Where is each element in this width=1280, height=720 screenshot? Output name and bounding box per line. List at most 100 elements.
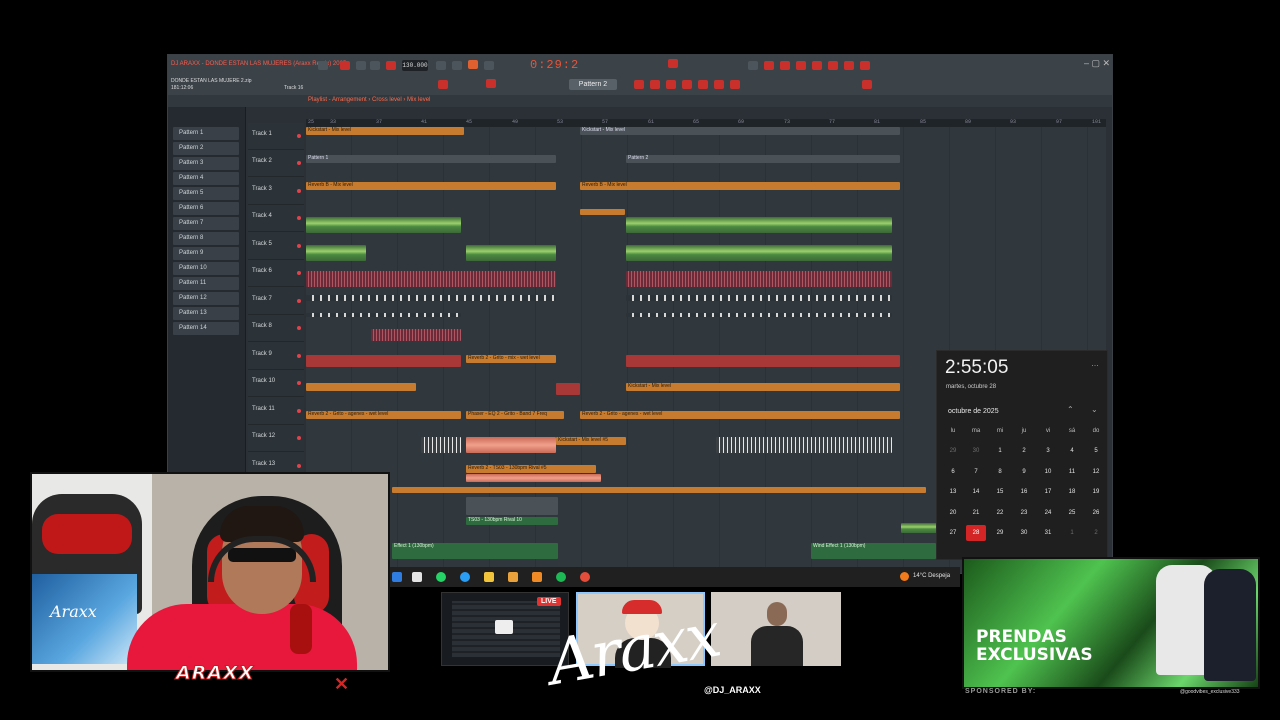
automation-clip[interactable]: Reverb 2 - TS03 - 130bpm Rival #5 [466,465,596,473]
track-header[interactable]: Track 4 [248,205,304,232]
calendar-day[interactable]: 6 [943,464,963,480]
calendar-day[interactable]: 14 [966,484,986,500]
toolbar-icon-c[interactable] [780,61,790,70]
audio-clip[interactable] [626,245,892,261]
calendar-day[interactable]: 7 [966,464,986,480]
calendar-day[interactable]: 5 [1086,443,1106,459]
track-mute-led[interactable] [297,381,301,385]
audio-clip[interactable] [466,437,556,453]
sponsor-ad[interactable]: PRENDAS EXCLUSIVAS [962,557,1260,689]
automation-clip[interactable] [580,209,625,215]
pattern-item[interactable]: Pattern 5 [173,187,239,200]
calendar-day[interactable]: 16 [1014,484,1034,500]
track-mute-led[interactable] [297,271,301,275]
pattern-item[interactable]: Pattern 9 [173,247,239,260]
pattern-item[interactable]: Pattern 10 [173,262,239,275]
audio-clip[interactable] [716,437,892,453]
calendar-day[interactable]: 17 [1038,484,1058,500]
audio-clip[interactable]: Effect 1 (130bpm) [392,543,558,559]
track-mute-led[interactable] [297,189,301,193]
loop-record-icon[interactable] [484,61,494,70]
window-controls[interactable]: – ▢ ✕ [1084,58,1110,69]
calendar-day[interactable]: 19 [1086,484,1106,500]
calendar-day[interactable]: 27 [943,525,963,541]
touch-keyboard-icon[interactable] [730,80,740,89]
folder-icon[interactable] [484,572,494,582]
pattern-item[interactable]: Pattern 1 [173,127,239,140]
audio-clip[interactable] [556,383,580,395]
pattern-clip[interactable] [626,313,892,317]
automation-clip[interactable]: Kickstart - Mix level #5 [556,437,626,445]
calendar-day[interactable]: 25 [1062,505,1082,521]
record-mode-icon[interactable] [318,61,328,70]
pattern-song-toggle[interactable] [340,61,350,70]
store-icon[interactable] [412,572,422,582]
audio-clip[interactable] [306,271,556,287]
pattern-selector[interactable]: Pattern 2 [569,79,617,90]
toolbar-icon-f[interactable] [828,61,838,70]
metronome-icon[interactable] [436,61,446,70]
audio-clip[interactable] [371,329,461,341]
guest-tile[interactable] [711,592,841,666]
screen-share-icon[interactable] [495,620,513,634]
online-news-icon[interactable] [862,80,872,89]
calendar-day[interactable]: 9 [1014,464,1034,480]
pattern-clip[interactable]: Pattern 2 [626,155,900,163]
track-mute-led[interactable] [297,161,301,165]
browser-icon[interactable] [698,80,708,89]
stop-icon[interactable] [370,61,380,70]
track-header[interactable]: Track 1 [248,123,304,150]
calendar-day[interactable]: 11 [1062,464,1082,480]
calendar-day[interactable]: 30 [1014,525,1034,541]
audio-clip[interactable] [306,245,366,261]
pattern-item[interactable]: Pattern 4 [173,172,239,185]
calendar-day[interactable]: 21 [966,505,986,521]
calendar-day[interactable]: 29 [943,443,963,459]
calendar-day[interactable]: 28 [966,525,986,541]
piano-roll-icon[interactable] [666,80,676,89]
calendar-day[interactable]: 8 [990,464,1010,480]
track-header[interactable]: Track 11 [248,398,304,425]
pattern-clip[interactable] [306,295,556,301]
pattern-item[interactable]: Pattern 2 [173,142,239,155]
chevron-down-icon[interactable]: ⌄ [1091,405,1098,414]
track-mute-led[interactable] [297,134,301,138]
automation-clip[interactable]: Reverb B - Mix level [580,182,900,190]
mixer-icon[interactable] [650,80,660,89]
track-mute-led[interactable] [297,354,301,358]
toolbar-icon-b[interactable] [764,61,774,70]
shield-icon[interactable] [508,572,518,582]
calendar-day[interactable]: 10 [1038,464,1058,480]
automation-clip[interactable]: Reverb 2 - Grito - agenes - wet level [306,411,461,419]
track-header[interactable]: Track 3 [248,178,304,205]
audio-clip[interactable] [626,217,892,233]
audio-clip[interactable]: Kickstart - Mix level [306,127,464,135]
wait-icon[interactable] [452,61,462,70]
calendar-month[interactable]: octubre de 2025 [948,408,999,415]
track-header[interactable]: Track 8 [248,315,304,342]
calendar-day[interactable]: 24 [1038,505,1058,521]
start-icon[interactable] [392,572,402,582]
snap-icon[interactable] [438,80,448,89]
audio-clip[interactable]: Kickstart - Mix level [580,127,900,135]
calendar-day[interactable]: 3 [1038,443,1058,459]
pattern-item[interactable]: Pattern 14 [173,322,239,335]
track-mute-led[interactable] [297,464,301,468]
audio-clip[interactable] [421,437,461,453]
pattern-item[interactable]: Pattern 13 [173,307,239,320]
audio-clip[interactable] [466,474,601,482]
track-mute-led[interactable] [297,216,301,220]
calendar-day[interactable]: 2 [1014,443,1034,459]
track-mute-led[interactable] [297,409,301,413]
audio-clip[interactable] [901,523,937,533]
calendar-day[interactable]: 2 [1086,525,1106,541]
playlist-icon[interactable] [682,80,692,89]
automation-clip[interactable]: Reverb 2 - Grito - mix - wet level [466,355,556,363]
fl-studio-icon[interactable] [532,572,542,582]
calendar-day[interactable]: 1 [1062,525,1082,541]
calendar-day[interactable]: 4 [1062,443,1082,459]
audio-clip[interactable] [466,245,556,261]
calendar-day[interactable]: 12 [1086,464,1106,480]
calendar-day[interactable]: 20 [943,505,963,521]
calendar-day[interactable]: 29 [990,525,1010,541]
